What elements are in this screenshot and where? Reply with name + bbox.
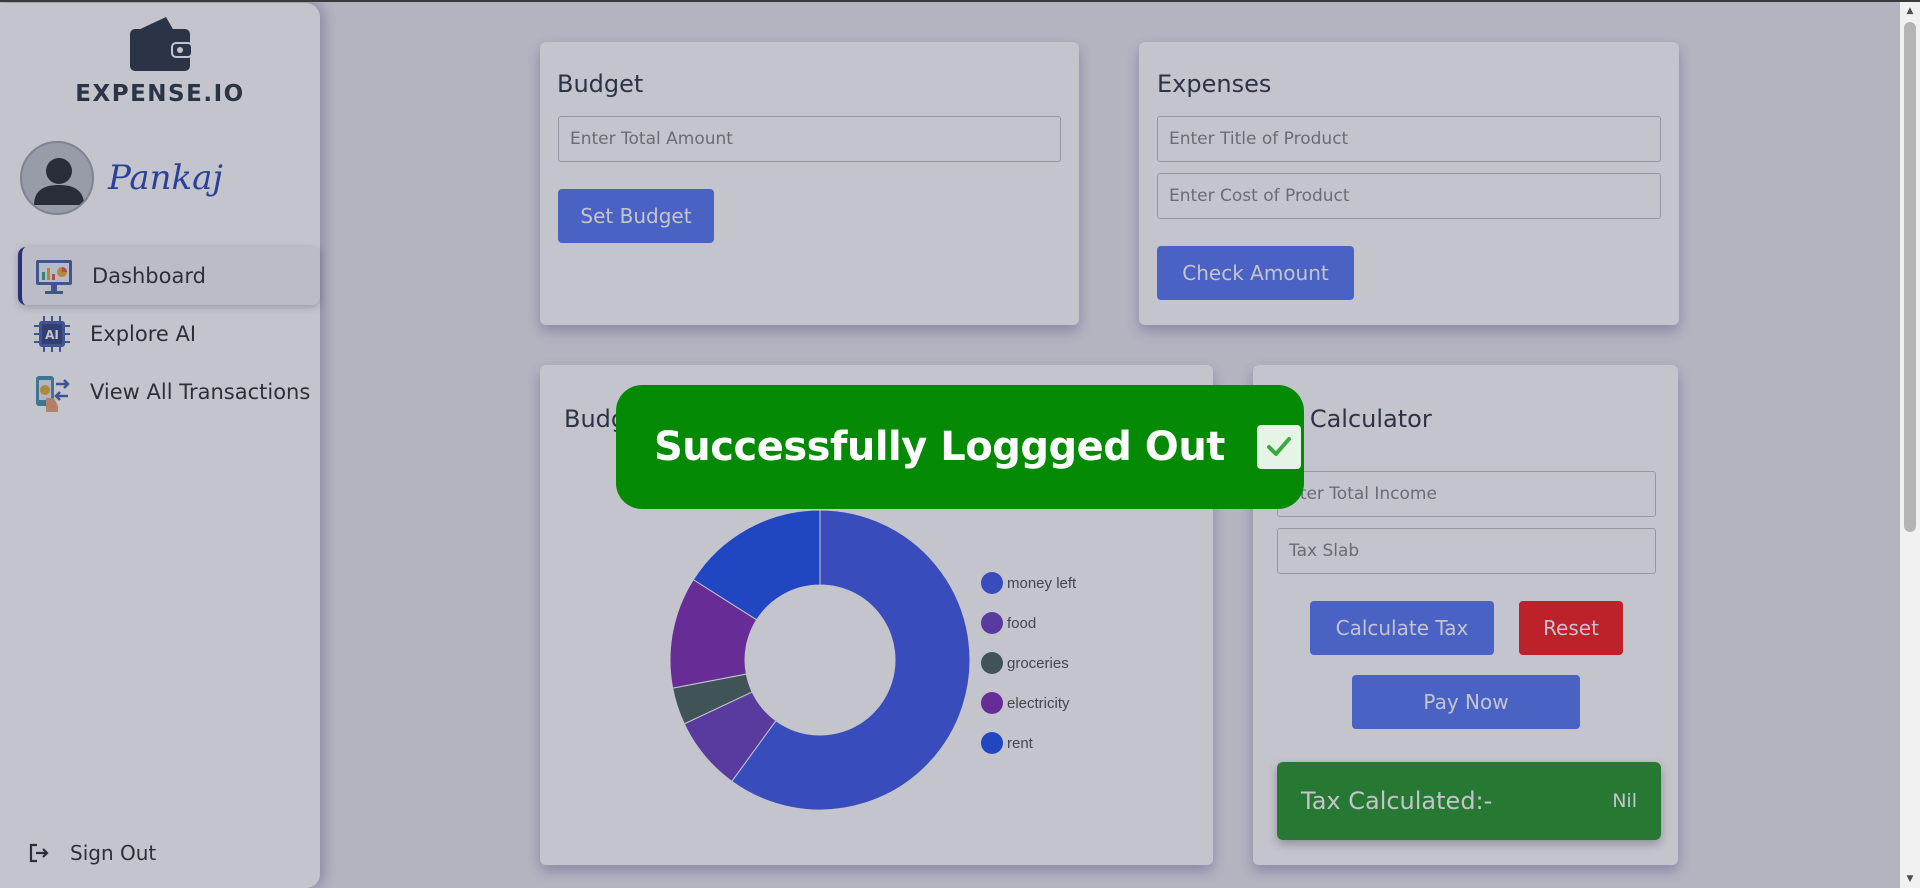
scroll-down-arrow-icon[interactable]: ▼ [1900,870,1920,888]
window-top-border [0,0,1920,2]
scrollbar-thumb[interactable] [1904,22,1916,532]
scroll-up-arrow-icon[interactable]: ▲ [1900,2,1920,20]
page-scrollbar[interactable]: ▲ ▼ [1900,0,1920,888]
toast-message: Successfully Loggged Out [654,424,1225,470]
checkmark-icon [1256,425,1301,469]
logout-toast: Successfully Loggged Out [616,385,1304,509]
